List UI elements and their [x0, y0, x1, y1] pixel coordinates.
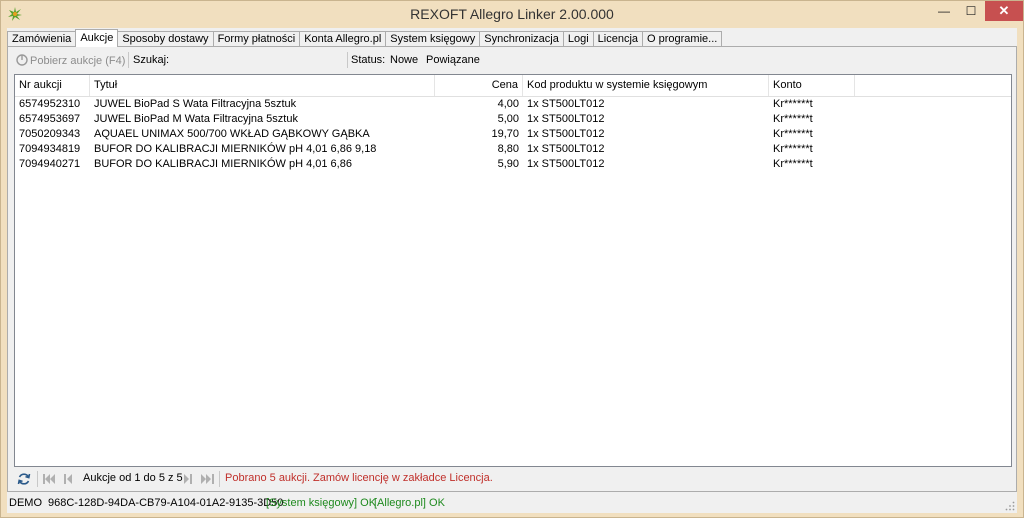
auctions-table: Nr aukcji Tytuł Cena Kod produktu w syst…: [14, 74, 1012, 467]
cell-price: 19,70: [491, 128, 519, 140]
toolbar: Pobierz aukcje (F4) Szukaj: Status: Nowe…: [8, 47, 1016, 73]
tab-license[interactable]: Licencja: [592, 31, 643, 47]
pager: Aukcje od 1 do 5 z 5 Pobrano 5 aukcji. Z…: [8, 467, 1016, 491]
tab-accounting-system[interactable]: System księgowy: [385, 31, 481, 47]
pager-separator: [219, 471, 220, 487]
cell-price: 5,00: [497, 113, 519, 125]
toolbar-separator: [128, 52, 129, 68]
first-page-icon[interactable]: [43, 473, 56, 485]
maximize-button[interactable]: ☐: [958, 1, 984, 21]
status-label: Status:: [351, 54, 386, 66]
next-page-icon[interactable]: [184, 473, 192, 485]
fetch-auctions-button[interactable]: Pobierz aukcje (F4): [16, 54, 125, 67]
tab-auctions[interactable]: Aukcje: [75, 29, 119, 47]
cell-price: 4,00: [497, 98, 519, 110]
cell-product-code: 1x ST500LT012: [527, 158, 605, 170]
license-mode: DEMO: [9, 497, 42, 509]
cell-title: BUFOR DO KALIBRACJI MIERNIKÓW pH 4,01 6,…: [94, 143, 377, 155]
column-header-account[interactable]: Konto: [769, 75, 855, 96]
resize-grip-icon[interactable]: [1005, 501, 1015, 511]
pager-message: Pobrano 5 aukcji. Zamów licencję w zakła…: [225, 472, 493, 484]
app-window: REXOFT Allegro Linker 2.00.000 — ☐ ✕ Zam…: [0, 0, 1024, 518]
column-header-price[interactable]: Cena: [435, 75, 523, 96]
cell-auction-number: 7094934819: [19, 143, 81, 155]
cell-product-code: 1x ST500LT012: [527, 98, 605, 110]
title-bar[interactable]: REXOFT Allegro Linker 2.00.000 — ☐ ✕: [1, 1, 1023, 28]
power-icon: [16, 54, 28, 66]
auctions-panel: Pobierz aukcje (F4) Szukaj: Status: Nowe…: [7, 46, 1017, 492]
tab-payment-forms[interactable]: Formy płatności: [212, 31, 301, 47]
search-label: Szukaj:: [133, 54, 170, 66]
cell-title: JUWEL BioPad S Wata Filtracyjna 5sztuk: [94, 98, 297, 110]
column-header-auction-number[interactable]: Nr aukcji: [15, 75, 90, 96]
cell-product-code: 1x ST500LT012: [527, 113, 605, 125]
last-page-icon[interactable]: [201, 473, 214, 485]
status-filter-new[interactable]: Nowe: [390, 54, 418, 66]
refresh-icon[interactable]: [17, 472, 31, 486]
minimize-button[interactable]: —: [931, 1, 957, 21]
tab-strip: Zamówienia Aukcje Sposoby dostawy Formy …: [7, 29, 723, 47]
cell-auction-number: 6574953697: [19, 113, 81, 125]
cell-account: Kr******t: [773, 158, 813, 170]
accounting-system-status: [System księgowy] OK: [266, 497, 377, 509]
column-header-title[interactable]: Tytuł: [90, 75, 435, 96]
tab-orders[interactable]: Zamówienia: [7, 31, 77, 47]
window-title: REXOFT Allegro Linker 2.00.000: [410, 6, 614, 22]
cell-product-code: 1x ST500LT012: [527, 128, 605, 140]
pager-summary: Aukcje od 1 do 5 z 5: [83, 472, 183, 484]
previous-page-icon[interactable]: [64, 473, 72, 485]
tab-synchronization[interactable]: Synchronizacja: [479, 31, 564, 47]
cell-account: Kr******t: [773, 128, 813, 140]
cell-auction-number: 7094940271: [19, 158, 81, 170]
table-row[interactable]: 7094940271 BUFOR DO KALIBRACJI MIERNIKÓW…: [15, 157, 1011, 172]
cell-price: 8,80: [497, 143, 519, 155]
cell-title: JUWEL BioPad M Wata Filtracyjna 5sztuk: [94, 113, 298, 125]
table-row[interactable]: 6574952310 JUWEL BioPad S Wata Filtracyj…: [15, 97, 1011, 112]
table-row[interactable]: 6574953697 JUWEL BioPad M Wata Filtracyj…: [15, 112, 1011, 127]
close-button[interactable]: ✕: [985, 1, 1023, 21]
table-header: Nr aukcji Tytuł Cena Kod produktu w syst…: [15, 75, 1011, 97]
tab-about[interactable]: O programie...: [642, 31, 723, 47]
toolbar-separator: [347, 52, 348, 68]
cell-auction-number: 7050209343: [19, 128, 81, 140]
pager-separator: [37, 471, 38, 487]
cell-account: Kr******t: [773, 113, 813, 125]
table-row[interactable]: 7050209343 AQUAEL UNIMAX 500/700 WKŁAD G…: [15, 127, 1011, 142]
license-key: 968C-128D-94DA-CB79-A104-01A2-9135-3D50: [48, 497, 284, 509]
tab-allegro-accounts[interactable]: Konta Allegro.pl: [299, 31, 387, 47]
table-row[interactable]: 7094934819 BUFOR DO KALIBRACJI MIERNIKÓW…: [15, 142, 1011, 157]
fetch-auctions-label: Pobierz aukcje (F4): [30, 55, 126, 67]
tab-logs[interactable]: Logi: [562, 31, 594, 47]
cell-account: Kr******t: [773, 143, 813, 155]
cell-auction-number: 6574952310: [19, 98, 81, 110]
client-area: Zamówienia Aukcje Sposoby dostawy Formy …: [7, 28, 1017, 513]
status-bar: DEMO 968C-128D-94DA-CB79-A104-01A2-9135-…: [7, 493, 1017, 513]
allegro-status: [Allegro.pl] OK: [374, 497, 445, 509]
tab-delivery-methods[interactable]: Sposoby dostawy: [117, 31, 214, 47]
search-input[interactable]: [176, 51, 344, 68]
cell-product-code: 1x ST500LT012: [527, 143, 605, 155]
cell-price: 5,90: [497, 158, 519, 170]
cell-account: Kr******t: [773, 98, 813, 110]
cell-title: BUFOR DO KALIBRACJI MIERNIKÓW pH 4,01 6,…: [94, 158, 352, 170]
column-header-product-code[interactable]: Kod produktu w systemie księgowym: [523, 75, 769, 96]
status-filter-linked[interactable]: Powiązane: [426, 54, 480, 66]
cell-title: AQUAEL UNIMAX 500/700 WKŁAD GĄBKOWY GĄBK…: [94, 128, 370, 140]
